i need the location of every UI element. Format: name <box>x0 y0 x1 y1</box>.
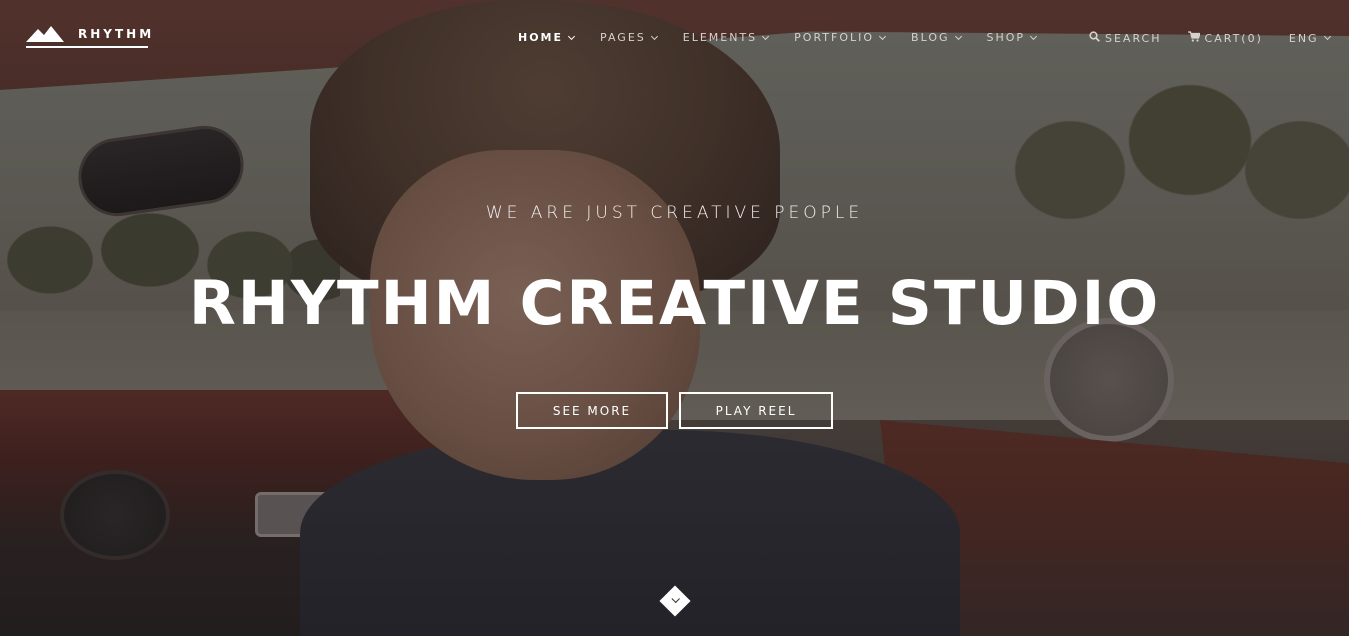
search-icon <box>1089 31 1105 45</box>
see-more-button[interactable]: SEE MORE <box>516 392 668 429</box>
logo-underline <box>26 46 148 48</box>
chevron-down-icon <box>650 32 658 40</box>
nav-item-label: PORTFOLIO <box>794 31 875 44</box>
language-label: ENG <box>1288 31 1319 45</box>
nav-item-blog[interactable]: BLOG <box>911 31 962 44</box>
nav-item-elements[interactable]: ELEMENTS <box>682 31 770 44</box>
header-tools: SEARCH CART(0) ENG <box>1089 31 1331 45</box>
nav-item-home[interactable]: HOME <box>518 31 576 44</box>
hero-headline: RHYTHM CREATIVE STUDIO <box>188 268 1161 339</box>
hero-tagline: WE ARE JUST CREATIVE PEOPLE <box>485 203 864 223</box>
nav-item-label: HOME <box>518 31 564 44</box>
nav-item-label: BLOG <box>911 31 950 44</box>
play-reel-button[interactable]: PLAY REEL <box>679 392 833 429</box>
brand-name: RHYTHM <box>78 27 155 41</box>
main-nav: HOME PAGES ELEMENTS PORTFOLIO BLOG SHOP <box>518 31 1062 44</box>
search-label: SEARCH <box>1105 31 1162 45</box>
chevron-down-icon <box>1030 32 1038 40</box>
nav-item-pages[interactable]: PAGES <box>600 31 658 44</box>
brand-logo[interactable]: RHYTHM <box>26 26 155 48</box>
language-selector[interactable]: ENG <box>1288 31 1331 45</box>
nav-item-label: PAGES <box>600 31 646 44</box>
nav-item-shop[interactable]: SHOP <box>986 31 1038 44</box>
nav-item-label: ELEMENTS <box>682 31 758 44</box>
cart-icon <box>1187 31 1205 45</box>
cart-label: CART(0) <box>1204 31 1263 45</box>
chevron-down-icon <box>1323 32 1331 41</box>
cart-button[interactable]: CART(0) <box>1187 31 1263 45</box>
chevron-down-icon <box>567 32 576 40</box>
chevron-down-icon <box>762 32 770 40</box>
search-button[interactable]: SEARCH <box>1089 31 1162 45</box>
nav-item-label: SHOP <box>986 31 1026 44</box>
chevron-down-icon <box>954 32 962 40</box>
mountain-logo-icon <box>26 26 64 42</box>
nav-item-portfolio[interactable]: PORTFOLIO <box>794 31 887 44</box>
chevron-down-icon <box>878 32 887 40</box>
hero-section: RHYTHM HOME PAGES ELEMENTS PORTFOLIO BLO… <box>0 0 1349 636</box>
